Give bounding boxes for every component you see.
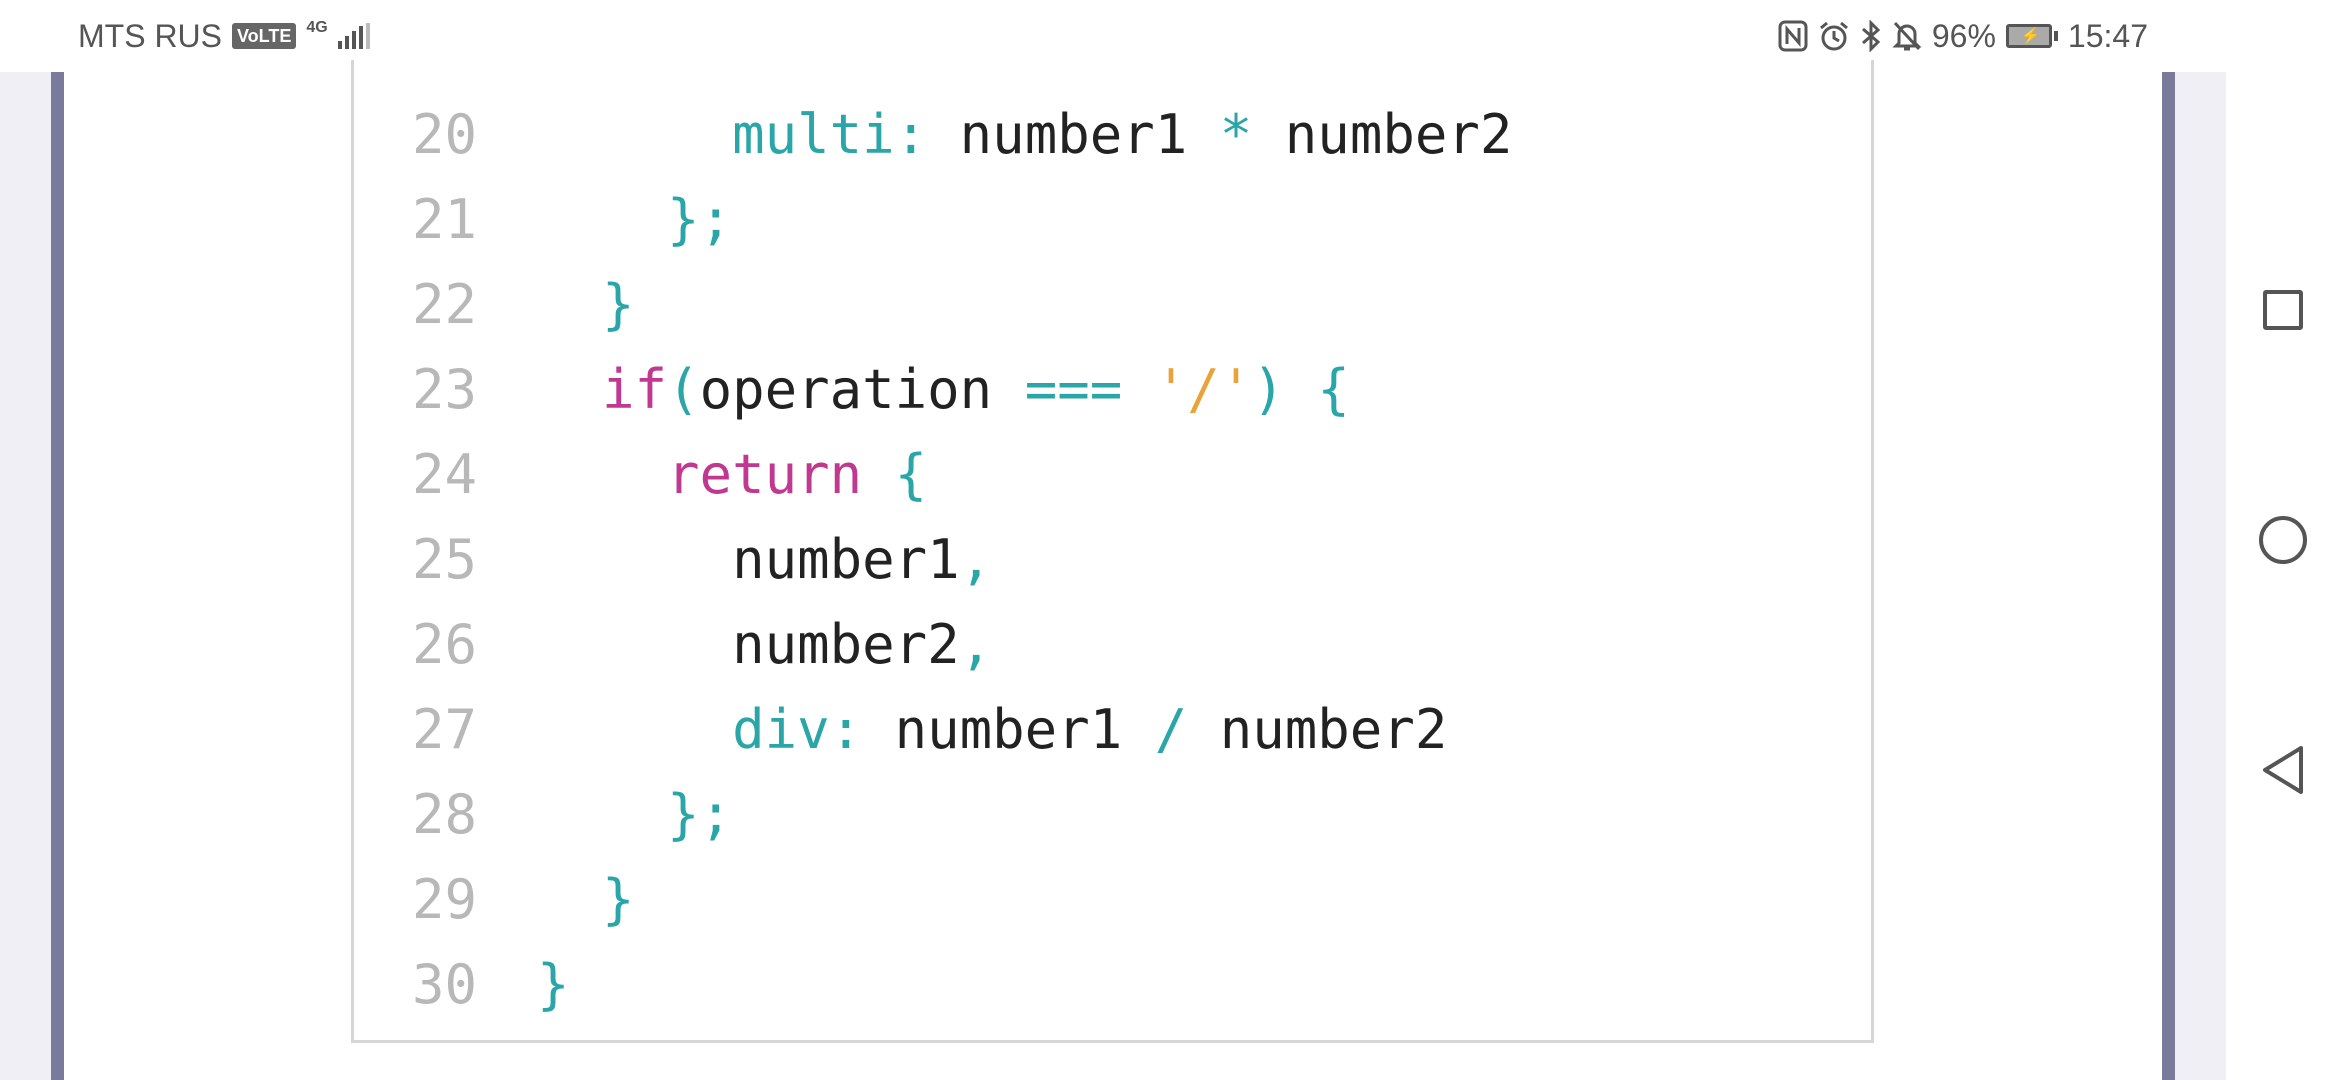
code-line: 23 if(operation === '/') {	[354, 347, 1854, 432]
code-punctuation: /	[1154, 698, 1188, 761]
code-punctuation: multi:	[732, 103, 928, 166]
code-keyword: if	[602, 358, 668, 421]
recent-apps-button[interactable]	[2248, 275, 2318, 345]
status-left: MTS RUS VoLTE 4G	[78, 18, 370, 55]
page-border-left	[51, 72, 64, 1080]
code-identifier: operation	[699, 358, 1025, 421]
code-punctuation: (	[667, 358, 700, 421]
line-number: 28	[412, 783, 478, 846]
code-block: 20 multi: number1 * number2 21 }; 22 } 23 i…	[351, 60, 1874, 1043]
code-keyword: return	[667, 443, 863, 506]
code-identifier: number2	[732, 613, 960, 676]
code-text: };	[537, 177, 732, 262]
code-punctuation: ===	[1024, 358, 1123, 421]
code-punctuation: }	[602, 868, 635, 931]
code-identifier: number1	[927, 103, 1220, 166]
navigation-bar	[2226, 0, 2340, 1080]
line-number: 25	[412, 528, 478, 591]
code-identifier	[862, 443, 895, 506]
signal-icon	[337, 23, 370, 49]
battery-percent: 96%	[1931, 17, 1996, 54]
battery-charging-icon: ⚡	[2005, 24, 2058, 48]
code-text: number1,	[537, 517, 992, 602]
network-type: 4G	[306, 19, 328, 36]
code-line: 20 multi: number1 * number2	[354, 92, 1854, 177]
code-line: 25 number1,	[354, 517, 1854, 602]
code-text: }	[537, 857, 635, 942]
code-text: if(operation === '/') {	[537, 347, 1350, 432]
line-number: 20	[412, 103, 478, 166]
code-punctuation: };	[667, 188, 733, 251]
code-line: 29 }	[354, 857, 1854, 942]
carrier-name: MTS RUS	[78, 17, 222, 54]
code-punctuation: }	[602, 273, 635, 336]
code-line: 28 };	[354, 772, 1854, 857]
status-right: 96% ⚡ 15:47	[1778, 18, 2148, 55]
code-identifier	[1285, 358, 1318, 421]
home-icon	[2259, 516, 2307, 564]
line-number: 29	[412, 868, 478, 931]
code-punctuation: )	[1252, 358, 1285, 421]
code-text: return {	[537, 432, 927, 517]
code-punctuation: };	[667, 783, 733, 846]
code-identifier: number1	[862, 698, 1155, 761]
code-text: number2,	[537, 602, 992, 687]
bluetooth-icon	[1860, 20, 1882, 52]
code-identifier: number2	[1187, 698, 1448, 761]
code-line: 24 return {	[354, 432, 1854, 517]
code-text: };	[537, 772, 732, 857]
nfc-icon	[1778, 20, 1808, 52]
code-identifier: number2	[1252, 103, 1513, 166]
recent-apps-icon	[2263, 290, 2303, 330]
clock: 15:47	[2067, 17, 2148, 54]
code-text: multi: number1 * number2	[537, 92, 1512, 177]
back-icon	[2263, 746, 2303, 794]
code-punctuation: *	[1219, 103, 1253, 166]
home-button[interactable]	[2248, 505, 2318, 575]
line-number: 27	[412, 698, 478, 761]
line-number: 30	[412, 953, 478, 1016]
code-punctuation: }	[537, 953, 570, 1016]
line-number: 21	[412, 188, 478, 251]
volte-badge: VoLTE	[232, 23, 297, 49]
line-number: 24	[412, 443, 478, 506]
code-text: }	[537, 942, 570, 1027]
code-identifier	[1122, 358, 1155, 421]
code-line: 27 div: number1 / number2	[354, 687, 1854, 772]
code-punctuation: {	[894, 443, 928, 506]
page-border-right	[2162, 72, 2175, 1080]
code-punctuation: {	[1317, 358, 1350, 421]
code-punctuation: ,	[959, 528, 993, 591]
line-number: 23	[412, 358, 478, 421]
line-number: 22	[412, 273, 478, 336]
code-line: 30}	[354, 942, 1854, 1027]
code-string: '/'	[1154, 358, 1253, 421]
code-punctuation: div:	[732, 698, 863, 761]
code-line: 26 number2,	[354, 602, 1854, 687]
back-button[interactable]	[2248, 735, 2318, 805]
code-line: 21 };	[354, 177, 1854, 262]
code-text: div: number1 / number2	[537, 687, 1447, 772]
code-punctuation: ,	[959, 613, 993, 676]
line-number: 26	[412, 613, 478, 676]
code-line: 22 }	[354, 262, 1854, 347]
code-identifier: number1	[732, 528, 960, 591]
code-text: }	[537, 262, 635, 347]
alarm-icon	[1818, 20, 1850, 52]
silent-bell-icon	[1892, 20, 1922, 52]
